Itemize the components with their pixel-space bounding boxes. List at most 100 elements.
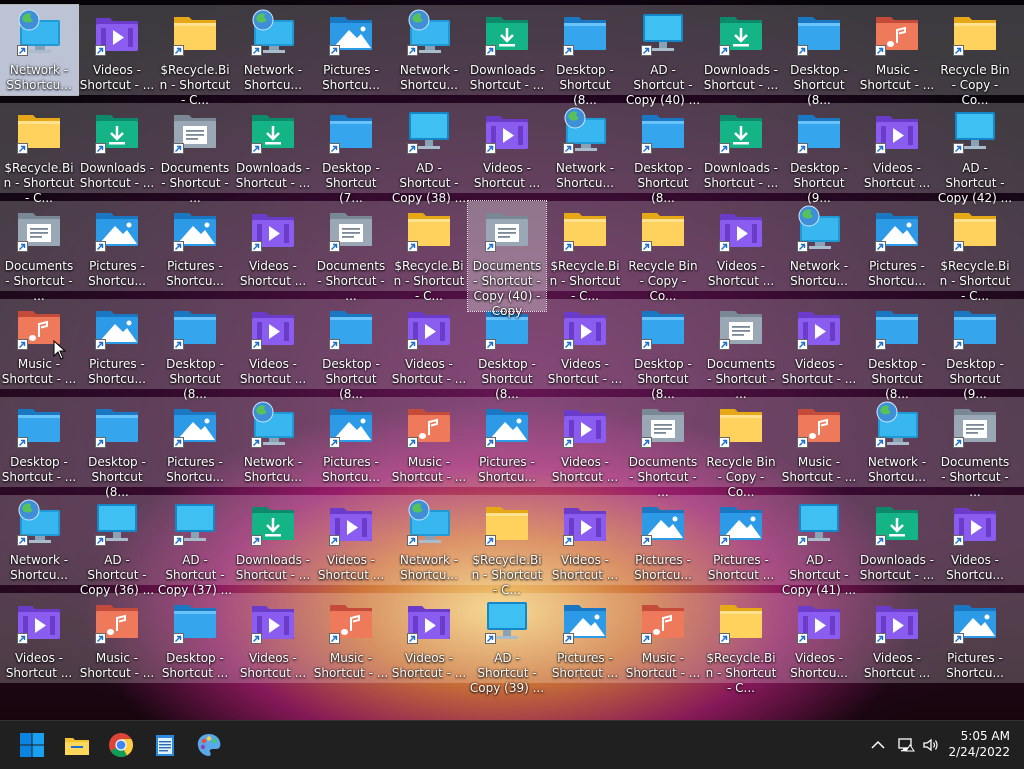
desktop-shortcut-folder[interactable]: Recycle Bin - Copy - Co... — [624, 201, 702, 303]
desktop-shortcut-network[interactable]: Network - Shortcu... — [234, 5, 312, 95]
desktop-shortcut-desktop[interactable]: Desktop - Shortcut (8... — [78, 397, 156, 499]
desktop-shortcut-pictures[interactable]: Pictures - Shortcu... — [936, 593, 1014, 683]
desktop-shortcut-monitor[interactable]: AD - Shortcut - Copy (38) ... — [390, 103, 468, 205]
file-explorer-button[interactable] — [57, 725, 97, 765]
desktop-shortcut-desktop[interactable]: Desktop - Shortcut - ... — [0, 397, 78, 487]
desktop-shortcut-monitor[interactable]: AD - Shortcut - Copy (41) ... — [780, 495, 858, 597]
desktop-shortcut-folder[interactable]: $Recycle.Bin - Shortcut - C... — [0, 103, 78, 205]
desktop-shortcut-desktop[interactable]: Desktop - Shortcut (8... — [624, 299, 702, 401]
desktop-shortcut-network[interactable]: Network - Shortcu... — [390, 495, 468, 585]
desktop-shortcut-videos[interactable]: Videos - Shortcut ... — [858, 593, 936, 683]
desktop-shortcut-music[interactable]: Music - Shortcut - ... — [78, 593, 156, 683]
desktop-shortcut-pictures[interactable]: Pictures - Shortcu... — [156, 397, 234, 487]
pictures-folder-icon — [483, 400, 531, 448]
desktop-shortcut-documents[interactable]: Documents - Shortcut - Copy (40) - Copy — [467, 200, 547, 318]
desktop-shortcut-downloads[interactable]: Downloads - Shortcut - ... — [858, 495, 936, 585]
desktop-shortcut-network[interactable]: Network - Shortcu... — [390, 5, 468, 95]
desktop-shortcut-videos[interactable]: Videos - Shortcut ... — [0, 593, 78, 683]
desktop-shortcut-pictures[interactable]: Pictures - Shortcu... — [78, 299, 156, 389]
desktop-shortcut-videos[interactable]: Videos - Shortcut ... — [234, 593, 312, 683]
chrome-button[interactable] — [101, 725, 141, 765]
desktop-shortcut-pictures[interactable]: Pictures - Shortcu... — [624, 495, 702, 585]
desktop-shortcut-desktop[interactable]: Desktop - Shortcut (8... — [312, 299, 390, 401]
desktop-shortcut-music[interactable]: Music - Shortcut - ... — [858, 5, 936, 95]
start-button[interactable] — [12, 725, 52, 765]
desktop-shortcut-videos[interactable]: Videos - Shortcut ... — [858, 103, 936, 193]
desktop-shortcut-folder[interactable]: $Recycle.Bin - Shortcut - C... — [390, 201, 468, 303]
desktop-shortcut-documents[interactable]: Documents - Shortcut - ... — [0, 201, 78, 303]
desktop-shortcut-desktop[interactable]: Desktop - Shortcut (8... — [780, 5, 858, 107]
desktop-shortcut-network[interactable]: Network - Shortcu... — [780, 201, 858, 291]
desktop-shortcut-folder[interactable]: Recycle Bin - Copy - Co... — [702, 397, 780, 499]
desktop-shortcut-music[interactable]: Music - Shortcut - ... — [624, 593, 702, 683]
desktop-shortcut-videos[interactable]: Videos - Shortcut - ... — [78, 5, 156, 95]
desktop-shortcut-pictures[interactable]: Pictures - Shortcu... — [858, 201, 936, 291]
desktop-shortcut-folder[interactable]: $Recycle.Bin - Shortcut - C... — [936, 201, 1014, 303]
desktop-shortcut-pictures[interactable]: Pictures - Shortcu... — [312, 397, 390, 487]
desktop-shortcut-videos[interactable]: Videos - Shortcu... — [780, 593, 858, 683]
desktop-shortcut-network[interactable]: Network - Shortcu... — [0, 495, 78, 585]
desktop-shortcut-downloads[interactable]: Downloads - Shortcut - ... — [468, 5, 546, 95]
desktop-shortcut-pictures[interactable]: Pictures - Shortcu... — [312, 5, 390, 95]
desktop-shortcut-pictures[interactable]: Pictures - Shortcu... — [468, 397, 546, 487]
desktop-shortcut-downloads[interactable]: Downloads - Shortcut - ... — [702, 103, 780, 193]
desktop-shortcut-music[interactable]: Music - Shortcut - ... — [312, 593, 390, 683]
desktop-shortcut-monitor[interactable]: AD - Shortcut - Copy (36) ... — [78, 495, 156, 597]
desktop-shortcut-videos[interactable]: Videos - Shortcut ... — [468, 103, 546, 193]
desktop-shortcut-videos[interactable]: Videos - Shortcu... — [936, 495, 1014, 585]
desktop-shortcut-videos[interactable]: Videos - Shortcut ... — [312, 495, 390, 585]
desktop-shortcut-pictures[interactable]: Pictures - Shortcu... — [156, 201, 234, 291]
desktop-shortcut-pictures[interactable]: Pictures - Shortcut ... — [546, 593, 624, 683]
desktop-shortcut-videos[interactable]: Videos - Shortcut ... — [702, 201, 780, 291]
desktop-shortcut-monitor[interactable]: AD - Shortcut - Copy (40) ... — [624, 5, 702, 107]
desktop-shortcut-folder[interactable]: $Recycle.Bin - Shortcut - C... — [702, 593, 780, 695]
desktop-shortcut-downloads[interactable]: Downloads - Shortcut - ... — [78, 103, 156, 193]
desktop-shortcut-pictures[interactable]: Pictures - Shortcu... — [78, 201, 156, 291]
desktop-shortcut-desktop[interactable]: Desktop - Shortcut ... — [156, 593, 234, 683]
desktop-shortcut-monitor[interactable]: AD - Shortcut - Copy (39) ... — [468, 593, 546, 695]
desktop-shortcut-desktop[interactable]: Desktop - Shortcut (7... — [312, 103, 390, 205]
paint-button[interactable] — [189, 725, 229, 765]
network-icon[interactable] — [894, 733, 918, 757]
desktop-shortcut-desktop[interactable]: Desktop - Shortcut (8... — [624, 103, 702, 205]
system-clock[interactable]: 5:05 AM 2/24/2022 — [930, 728, 1010, 760]
desktop-shortcut-music[interactable]: Music - Shortcut - ... — [390, 397, 468, 487]
desktop-shortcut-folder[interactable]: $Recycle.Bin - Shortcut - C... — [156, 5, 234, 107]
desktop-shortcut-desktop[interactable]: Desktop - Shortcut (9... — [936, 299, 1014, 401]
desktop-shortcut-network[interactable]: Network - SShortcu... — [0, 4, 79, 96]
desktop-shortcut-desktop[interactable]: Desktop - Shortcut (9... — [780, 103, 858, 205]
chevron-up-icon[interactable] — [866, 733, 890, 757]
desktop-shortcut-videos[interactable]: Videos - Shortcut ... — [546, 397, 624, 487]
shortcut-arrow-icon — [953, 143, 964, 154]
desktop-shortcut-videos[interactable]: Videos - Shortcut - ... — [546, 299, 624, 389]
desktop-shortcut-network[interactable]: Network - Shortcu... — [858, 397, 936, 487]
desktop-shortcut-desktop[interactable]: Desktop - Shortcut (8... — [156, 299, 234, 401]
desktop-shortcut-monitor[interactable]: AD - Shortcut - Copy (37) ... — [156, 495, 234, 597]
desktop-shortcut-folder[interactable]: $Recycle.Bin - Shortcut - C... — [546, 201, 624, 303]
desktop-shortcut-documents[interactable]: Documents - Shortcut - ... — [702, 299, 780, 401]
desktop-shortcut-documents[interactable]: Documents - Shortcut - ... — [156, 103, 234, 205]
desktop-shortcut-network[interactable]: Network - Shortcu... — [546, 103, 624, 193]
desktop-shortcut-documents[interactable]: Documents - Shortcut - ... — [624, 397, 702, 499]
desktop-shortcut-downloads[interactable]: Downloads - Shortcut - ... — [234, 103, 312, 193]
desktop-shortcut-videos[interactable]: Videos - Shortcut - ... — [390, 299, 468, 389]
desktop-shortcut-downloads[interactable]: Downloads - Shortcut - ... — [234, 495, 312, 585]
desktop[interactable]: Network - SShortcu... Videos - Shortcut … — [0, 0, 1024, 720]
desktop-shortcut-monitor[interactable]: AD - Shortcut - Copy (42) ... — [936, 103, 1014, 205]
desktop-shortcut-music[interactable]: Music - Shortcut - ... — [780, 397, 858, 487]
desktop-shortcut-videos[interactable]: Videos - Shortcut ... — [546, 495, 624, 585]
desktop-shortcut-documents[interactable]: Documents - Shortcut - ... — [936, 397, 1014, 499]
desktop-shortcut-desktop[interactable]: Desktop - Shortcut (8... — [546, 5, 624, 107]
desktop-shortcut-folder[interactable]: $Recycle.Bin - Shortcut - C... — [468, 495, 546, 597]
desktop-shortcut-downloads[interactable]: Downloads - Shortcut - ... — [702, 5, 780, 95]
desktop-shortcut-videos[interactable]: Videos - Shortcut - ... — [780, 299, 858, 389]
desktop-shortcut-documents[interactable]: Documents - Shortcut - ... — [312, 201, 390, 303]
desktop-shortcut-folder[interactable]: Recycle Bin - Copy - Co... — [936, 5, 1014, 107]
desktop-shortcut-pictures[interactable]: Pictures - Shortcut ... — [702, 495, 780, 585]
notepad-button[interactable] — [145, 725, 185, 765]
desktop-shortcut-videos[interactable]: Videos - Shortcut ... — [234, 299, 312, 389]
desktop-shortcut-desktop[interactable]: Desktop - Shortcut (8... — [858, 299, 936, 401]
desktop-shortcut-videos[interactable]: Videos - Shortcut ... — [234, 201, 312, 291]
desktop-shortcut-network[interactable]: Network - Shortcu... — [234, 397, 312, 487]
desktop-shortcut-videos[interactable]: Videos - Shortcut - ... — [390, 593, 468, 683]
